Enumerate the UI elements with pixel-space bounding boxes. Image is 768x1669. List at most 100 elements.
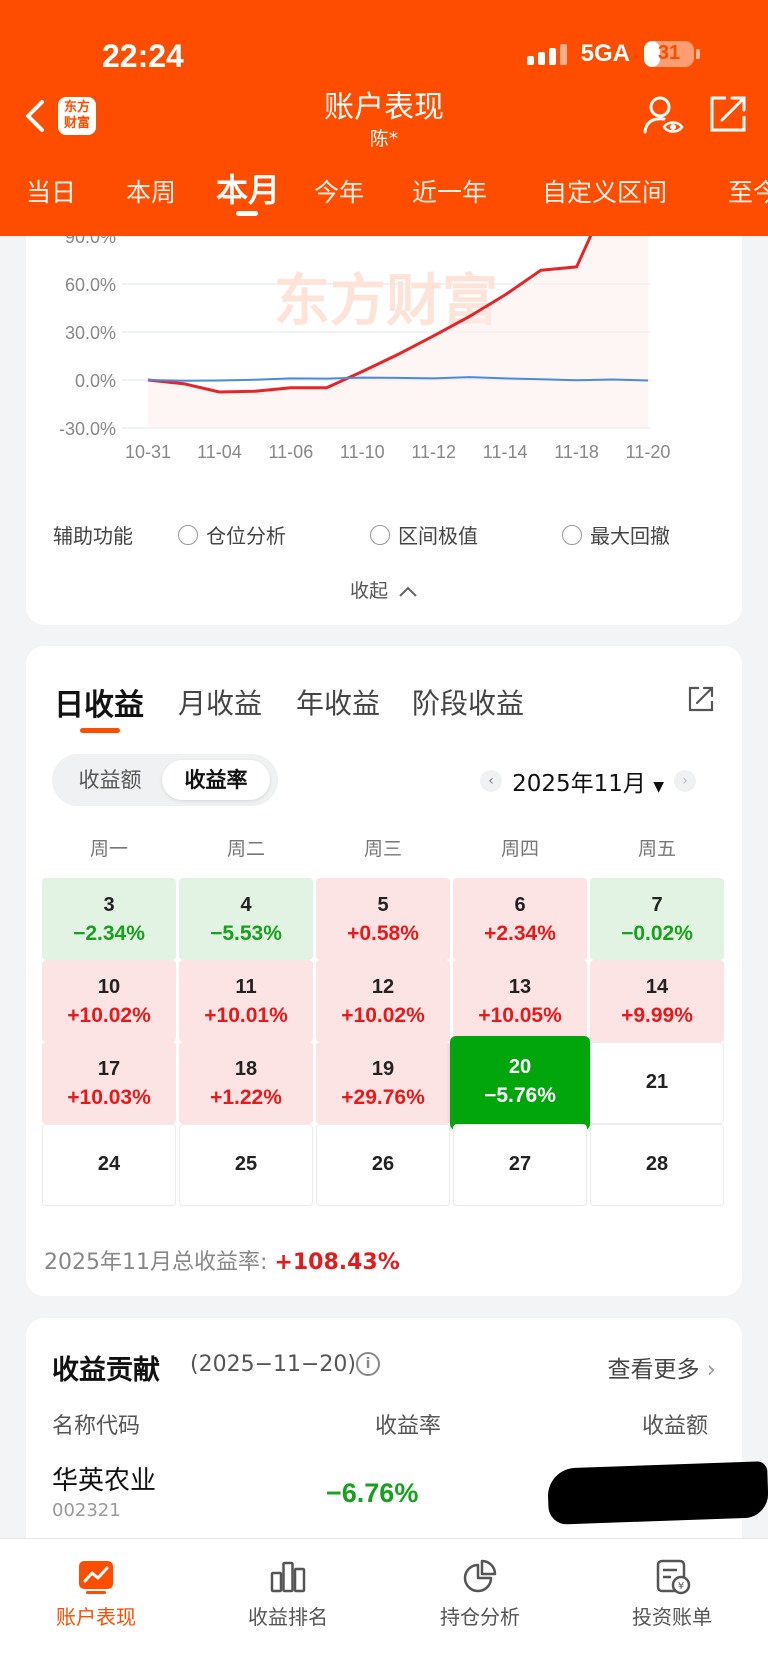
- day-return: +10.01%: [204, 1004, 288, 1027]
- next-month-button[interactable]: ›: [674, 770, 696, 792]
- nav-holdings-analysis[interactable]: 持仓分析: [400, 1559, 560, 1630]
- toggle-rate[interactable]: 收益率: [162, 760, 270, 800]
- calendar-day-cell[interactable]: 3 −2.34%: [42, 878, 176, 960]
- amount-rate-toggle: 收益额 收益率: [52, 754, 278, 806]
- day-return: +0.58%: [347, 922, 419, 945]
- tab-monthly-returns[interactable]: 月收益: [178, 682, 262, 722]
- status-time: 22:24: [102, 38, 184, 74]
- x-tick-label: 11-14: [483, 442, 528, 462]
- calendar-day-cell[interactable]: 20 −5.76%: [450, 1036, 590, 1130]
- nav-account-performance[interactable]: 账户表现: [16, 1559, 176, 1630]
- day-return: −2.34%: [73, 922, 145, 945]
- weekday-label: 周一: [89, 838, 128, 860]
- col-header-amount: 收益额: [642, 1414, 709, 1439]
- day-number: 14: [645, 976, 669, 998]
- nav-investment-bill[interactable]: ¥ 投资账单: [592, 1559, 752, 1630]
- calendar-day-cell[interactable]: 5 +0.58%: [316, 878, 450, 960]
- tab-last-year[interactable]: 近一年: [412, 173, 487, 209]
- user-view-icon[interactable]: [642, 94, 686, 138]
- calendar-day-cell[interactable]: 14 +9.99%: [590, 960, 724, 1042]
- tab-period-returns[interactable]: 阶段收益: [412, 682, 524, 722]
- stock-return-rate: −6.76%: [326, 1478, 419, 1508]
- day-number: 6: [514, 894, 526, 916]
- x-tick-label: 11-20: [626, 442, 671, 462]
- position-analysis-option[interactable]: 仓位分析: [178, 520, 286, 549]
- day-number: 28: [645, 1153, 669, 1175]
- weekday-label: 周二: [226, 838, 265, 860]
- y-tick-label: 30.0%: [65, 323, 116, 343]
- day-number: 18: [234, 1058, 258, 1080]
- calendar-day-cell[interactable]: 4 −5.53%: [179, 878, 313, 960]
- prev-month-button[interactable]: ‹: [480, 770, 503, 792]
- tab-today[interactable]: 当日: [26, 173, 76, 209]
- calendar-day-cell[interactable]: 6 +2.34%: [453, 878, 587, 960]
- signal-icon: [526, 43, 567, 65]
- day-number: 7: [651, 894, 663, 916]
- y-tick-label: 0.0%: [75, 371, 116, 391]
- share-icon[interactable]: [708, 94, 748, 134]
- calendar-day-cell[interactable]: 11 +10.01%: [179, 960, 313, 1042]
- performance-chart-card: 90.0% 60.0% 30.0% 0.0% -30.0% 东方财富 10-31 11-04 1…: [26, 200, 742, 625]
- month-dropdown[interactable]: 2025年11月 ▼: [512, 764, 664, 798]
- calendar-day-cell[interactable]: 10 +10.02%: [42, 960, 176, 1042]
- period-tabs: 当日 本周 本月 今年 近一年 自定义区间 至今: [0, 165, 768, 225]
- col-header-name: 名称代码: [52, 1414, 141, 1439]
- calendar-day-cell[interactable]: 26: [316, 1124, 450, 1206]
- calendar-day-cell[interactable]: 21: [590, 1042, 724, 1124]
- stock-name[interactable]: 华英农业: [52, 1460, 156, 1497]
- calendar-day-cell[interactable]: 7 −0.02%: [590, 878, 724, 960]
- day-number: 5: [377, 894, 389, 916]
- calendar-day-cell[interactable]: 18 +1.22%: [179, 1042, 313, 1124]
- tab-week[interactable]: 本周: [126, 173, 176, 209]
- day-return: +1.22%: [210, 1086, 282, 1109]
- weekday-label: 周三: [363, 838, 402, 860]
- weekday-label: 周四: [500, 838, 539, 860]
- status-indicators: 5GA 31: [526, 40, 700, 68]
- calendar-day-cell[interactable]: 13 +10.05%: [453, 960, 587, 1042]
- day-number: 13: [508, 976, 532, 998]
- calendar-day-cell[interactable]: 17 +10.03%: [42, 1042, 176, 1124]
- tab-month[interactable]: 本月: [216, 165, 280, 211]
- max-drawdown-option[interactable]: 最大回撤: [562, 520, 670, 549]
- calendar-day-cell[interactable]: 19 +29.76%: [316, 1042, 450, 1124]
- active-tab-indicator: [236, 211, 258, 216]
- day-number: 4: [240, 894, 252, 916]
- day-return: +10.02%: [341, 1004, 425, 1027]
- tab-yearly-returns[interactable]: 年收益: [296, 682, 380, 722]
- network-type: 5GA: [580, 40, 630, 67]
- nav-return-ranking[interactable]: 收益排名: [208, 1559, 368, 1630]
- day-number: 3: [103, 894, 115, 916]
- collapse-button[interactable]: 收起: [0, 576, 768, 603]
- day-number: 27: [508, 1153, 532, 1175]
- x-tick-label: 11-12: [411, 442, 456, 462]
- day-number: 11: [235, 976, 257, 998]
- info-icon[interactable]: i: [356, 1352, 380, 1376]
- day-return: −5.53%: [210, 922, 282, 945]
- battery-icon: 31: [644, 41, 694, 67]
- day-number: 17: [97, 1058, 121, 1080]
- export-icon[interactable]: [686, 684, 716, 714]
- toggle-amount[interactable]: 收益额: [60, 760, 160, 800]
- tab-custom-range[interactable]: 自定义区间: [542, 173, 667, 209]
- month-total-return: 2025年11月总收益率: +108.43%: [44, 1250, 400, 1275]
- bar-chart-icon: [270, 1561, 306, 1593]
- tab-daily-returns[interactable]: 日收益: [54, 680, 144, 724]
- range-extreme-option[interactable]: 区间极值: [370, 520, 478, 549]
- calendar-day-cell[interactable]: 27: [453, 1124, 587, 1206]
- redaction-mark: [547, 1461, 768, 1525]
- tab-to-date[interactable]: 至今: [728, 173, 768, 209]
- tab-year[interactable]: 今年: [314, 173, 364, 209]
- day-number: 10: [97, 976, 121, 998]
- calendar-day-cell[interactable]: 25: [179, 1124, 313, 1206]
- view-more-link[interactable]: 查看更多 ›: [607, 1350, 716, 1384]
- calendar-day-cell[interactable]: 24: [42, 1124, 176, 1206]
- bottom-nav: 账户表现 收益排名 持仓分析 ¥ 投资账单: [0, 1538, 768, 1669]
- x-tick-label: 10-31: [125, 442, 171, 462]
- calendar-day-cell[interactable]: 12 +10.02%: [316, 960, 450, 1042]
- day-number: 19: [371, 1058, 395, 1080]
- aux-label: 辅助功能: [53, 524, 133, 548]
- calendar-day-cell[interactable]: 28: [590, 1124, 724, 1206]
- aux-functions: 辅助功能 仓位分析 区间极值 最大回撤: [26, 520, 742, 550]
- return-line-chart[interactable]: 90.0%60.0%30.0%0.0%-30.0%东方财富10-31 11-04 1…: [26, 200, 742, 470]
- caret-down-icon: ▼: [653, 779, 664, 795]
